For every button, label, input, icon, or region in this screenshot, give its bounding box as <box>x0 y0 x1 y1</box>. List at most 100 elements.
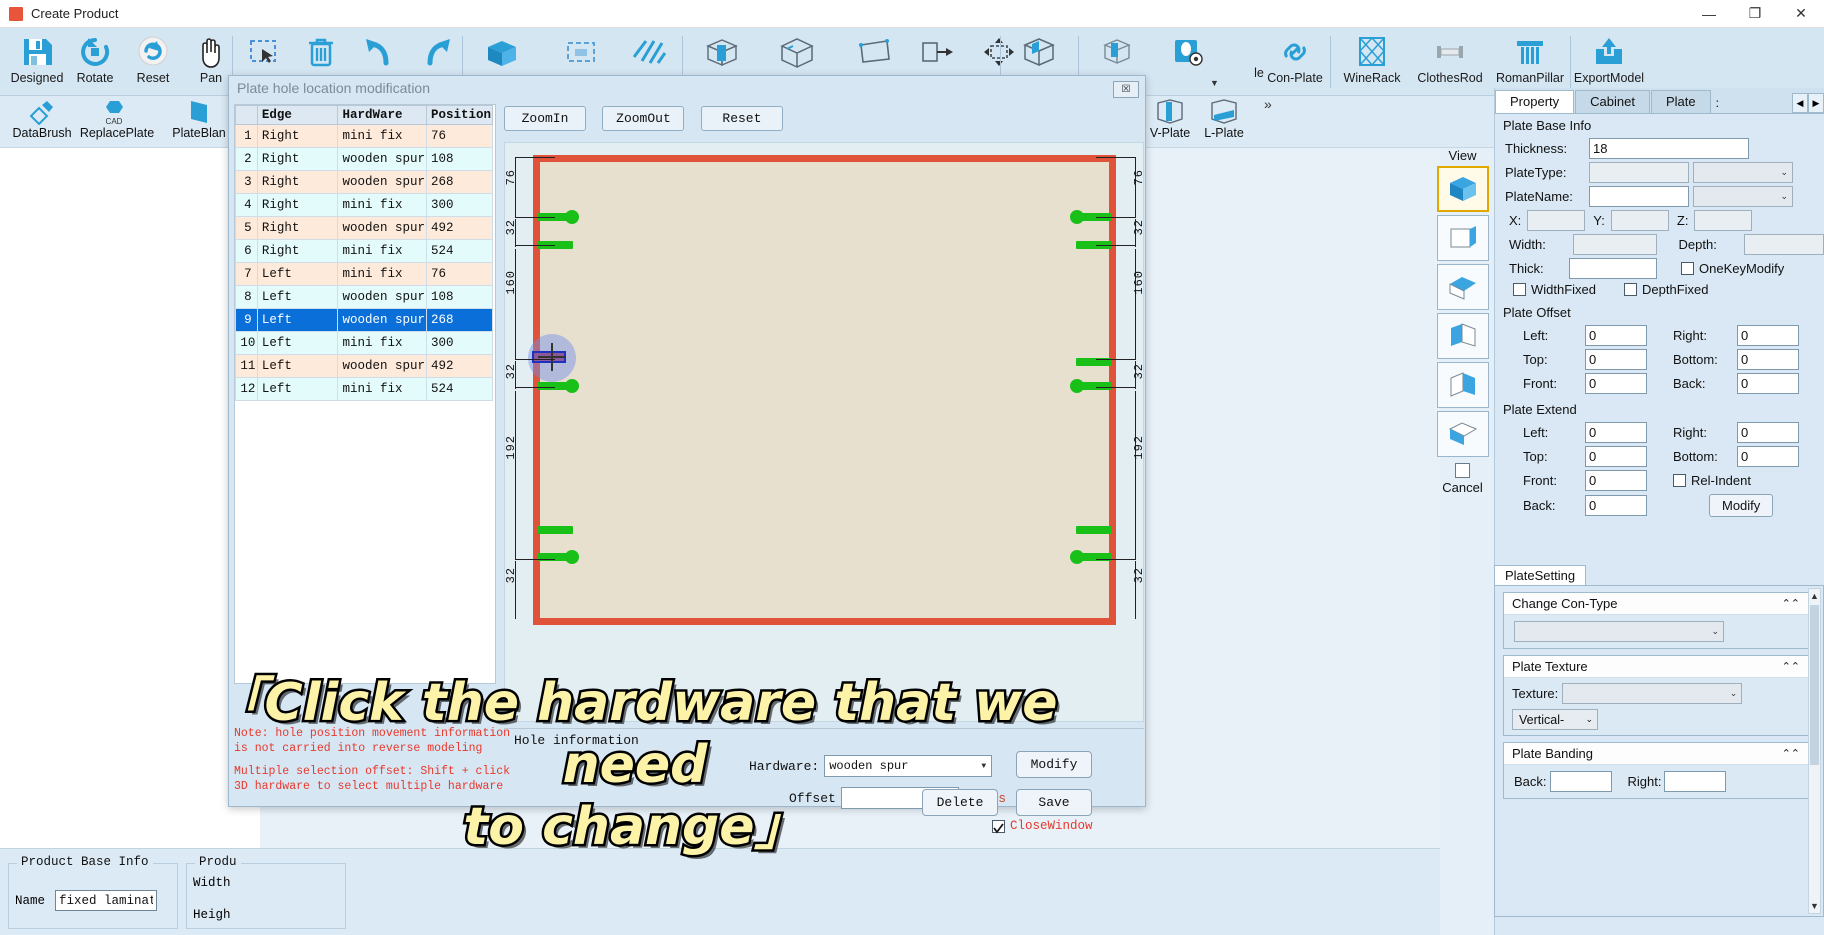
rel-indent-row[interactable]: Rel-Indent <box>1673 473 1751 488</box>
3d-canvas-left[interactable] <box>0 148 260 848</box>
hardware-select[interactable]: wooden spur <box>824 755 993 777</box>
hardware-mark[interactable] <box>537 526 573 534</box>
tool-databrush[interactable]: DataBrush <box>0 96 84 146</box>
toolbar-overflow-button[interactable]: » <box>1264 96 1272 112</box>
extend-front-input[interactable] <box>1585 470 1647 491</box>
tab-plate[interactable]: Plate <box>1650 90 1711 113</box>
tool-romanpillar[interactable]: RomanPillar <box>1493 30 1567 94</box>
depthfixed-row[interactable]: DepthFixed <box>1624 282 1709 297</box>
table-row[interactable]: 2 Right wooden spur 108 <box>235 147 494 171</box>
tab-property[interactable]: Property <box>1495 90 1575 113</box>
close-button[interactable]: ✕ <box>1778 0 1824 28</box>
extend-right-input[interactable] <box>1737 422 1799 443</box>
onekeymodify-checkbox[interactable] <box>1681 262 1694 275</box>
hardware-mark[interactable] <box>537 379 579 393</box>
view-iso[interactable] <box>1436 166 1489 212</box>
tool-l-plate[interactable]: L-Plate <box>1182 96 1266 146</box>
cancel-view-button[interactable]: Cancel <box>1430 463 1495 495</box>
table-row[interactable]: 3 Right wooden spur 268 <box>235 170 494 194</box>
view-left[interactable] <box>1436 313 1489 359</box>
thick-input[interactable] <box>1569 258 1657 279</box>
table-row[interactable]: 7 Left mini fix 76 <box>235 262 494 286</box>
tab-scroll-left[interactable]: ◀ <box>1792 93 1808 113</box>
plate-texture-header[interactable]: Plate Texture ⌃⌃ <box>1504 656 1808 678</box>
plate-setting-scrollbar[interactable]: ▲ ▼ <box>1808 588 1821 914</box>
tool-replaceplate[interactable]: CAD ReplacePlate <box>75 96 159 146</box>
tab-scroll-right[interactable]: ▶ <box>1808 93 1824 113</box>
extend-left-input[interactable] <box>1585 422 1647 443</box>
modify-button[interactable]: Modify <box>1016 751 1092 778</box>
z-input[interactable] <box>1694 210 1753 231</box>
zoom-out-button[interactable]: ZoomOut <box>602 106 685 131</box>
table-row[interactable]: 10 Left mini fix 300 <box>235 331 494 355</box>
scroll-up-icon[interactable]: ▲ <box>1809 589 1820 603</box>
y-input[interactable] <box>1610 210 1669 231</box>
x-input[interactable] <box>1527 210 1586 231</box>
plate-2d-viewer[interactable]: 76 32 160 32 192 32 76 32 160 32 192 32 <box>504 142 1146 722</box>
view-right[interactable] <box>1436 362 1489 408</box>
zoom-in-button[interactable]: ZoomIn <box>504 106 586 131</box>
offset-top-input[interactable] <box>1585 349 1647 370</box>
extend-bottom-input[interactable] <box>1737 446 1799 467</box>
save-button[interactable]: Save <box>1016 789 1092 816</box>
plate-banding-header[interactable]: Plate Banding ⌃⌃ <box>1504 743 1808 765</box>
tool-clothesrod[interactable]: ClothesRod <box>1413 30 1487 94</box>
minimize-button[interactable]: — <box>1686 0 1732 28</box>
depthfixed-checkbox[interactable] <box>1624 283 1638 296</box>
hardware-mark[interactable] <box>1070 379 1112 393</box>
scroll-thumb[interactable] <box>1810 605 1819 765</box>
product-name-input[interactable] <box>55 890 158 911</box>
rel-indent-checkbox[interactable] <box>1673 474 1686 487</box>
hardware-mark[interactable] <box>1076 526 1112 534</box>
tool-con-plate[interactable]: Con-Plate <box>1258 30 1332 94</box>
collapse-chevron-icon[interactable]: ⌃⌃ <box>1782 597 1800 610</box>
scroll-down-icon[interactable]: ▼ <box>1809 899 1820 913</box>
table-row[interactable]: 1 Right mini fix 76 <box>235 124 494 148</box>
thickness-input[interactable] <box>1589 138 1749 159</box>
width-input[interactable] <box>1572 234 1657 255</box>
table-row[interactable]: 11 Left wooden spur 492 <box>235 354 494 378</box>
tool-exportmodel[interactable]: ExportModel <box>1572 30 1646 94</box>
widthfixed-checkbox[interactable] <box>1513 283 1526 296</box>
close-window-checkbox[interactable] <box>992 819 1005 833</box>
depth-input[interactable] <box>1744 234 1824 255</box>
offset-left-input[interactable] <box>1585 325 1647 346</box>
offset-right-input[interactable] <box>1737 325 1799 346</box>
collapse-chevron-icon[interactable]: ⌃⌃ <box>1782 747 1800 760</box>
table-row[interactable]: 9 Left wooden spur 268 <box>235 308 494 332</box>
table-row[interactable]: 5 Right wooden spur 492 <box>235 216 494 240</box>
offset-bottom-input[interactable] <box>1737 349 1799 370</box>
extend-back-input[interactable] <box>1585 495 1647 516</box>
table-row[interactable]: 6 Right mini fix 524 <box>235 239 494 263</box>
offset-back-input[interactable] <box>1737 373 1799 394</box>
platename-input[interactable] <box>1589 186 1689 207</box>
view-front[interactable] <box>1436 215 1489 261</box>
table-row[interactable]: 8 Left wooden spur 108 <box>235 285 494 309</box>
platetype-dropdown[interactable]: ⌄ <box>1693 162 1793 183</box>
tool-winerack[interactable]: WineRack <box>1335 30 1409 94</box>
platetype-input[interactable] <box>1589 162 1689 183</box>
tab-cabinet[interactable]: Cabinet <box>1575 90 1650 113</box>
extend-modify-button[interactable]: Modify <box>1709 494 1774 517</box>
reset-view-button[interactable]: Reset <box>700 106 783 131</box>
chevron-down-icon[interactable]: ▼ <box>1210 78 1219 88</box>
change-con-type-header[interactable]: Change Con-Type ⌃⌃ <box>1504 593 1808 615</box>
hole-table[interactable]: Edge HardWare Position 1 Right mini fix 76 2… <box>234 104 496 684</box>
banding-right-input[interactable] <box>1664 771 1727 792</box>
tab-platesetting[interactable]: PlateSetting <box>1494 565 1587 585</box>
view-bottom[interactable] <box>1436 411 1489 457</box>
collapse-chevron-icon[interactable]: ⌃⌃ <box>1782 660 1800 673</box>
texture-direction-dropdown[interactable]: Vertical- ⌄ <box>1512 709 1598 730</box>
platename-dropdown[interactable]: ⌄ <box>1693 186 1793 207</box>
cancel-checkbox[interactable] <box>1455 463 1470 478</box>
dialog-close-button[interactable]: ☒ <box>1113 81 1139 98</box>
con-type-dropdown[interactable]: ⌄ <box>1514 621 1724 642</box>
extend-top-input[interactable] <box>1585 446 1647 467</box>
close-window-row[interactable]: CloseWindow <box>992 819 1093 833</box>
table-row[interactable]: 4 Right mini fix 300 <box>235 193 494 217</box>
widthfixed-row[interactable]: WidthFixed <box>1513 282 1596 297</box>
texture-dropdown[interactable]: ⌄ <box>1562 683 1743 704</box>
delete-button[interactable]: Delete <box>922 789 998 816</box>
view-top[interactable] <box>1436 264 1489 310</box>
offset-front-input[interactable] <box>1585 373 1647 394</box>
